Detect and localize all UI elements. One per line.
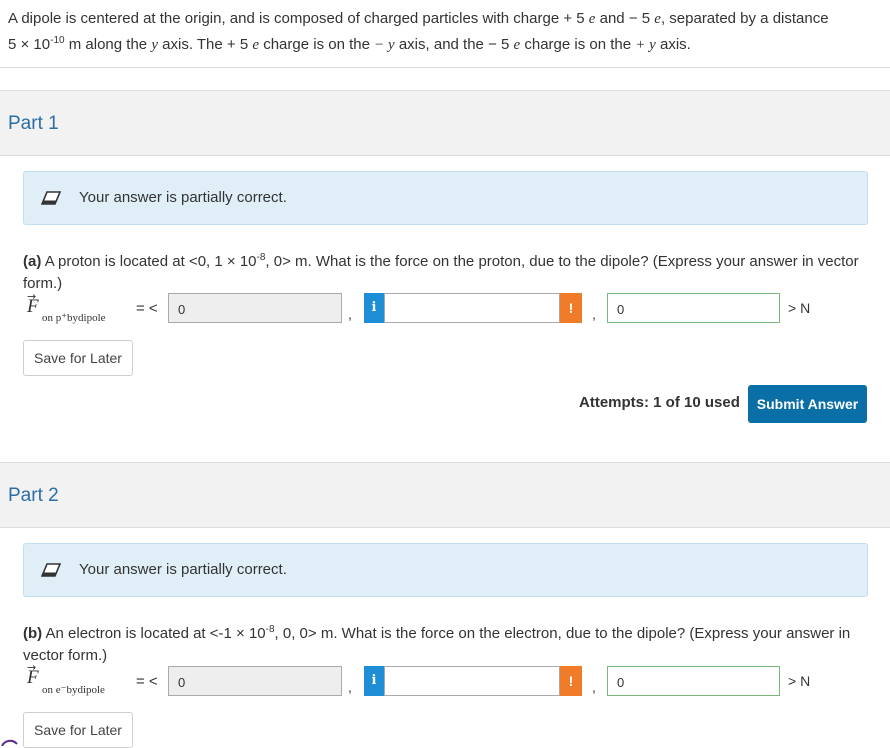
part1-title: Part 1 [8,113,59,134]
part2-header [0,462,890,528]
problem-statement: A dipole is centered at the origin, and … [8,10,829,53]
divider [0,67,890,68]
equals-bracket: = < [136,673,158,690]
force-x-input[interactable]: 0 [168,666,342,696]
equals-bracket: = < [136,300,158,317]
force-subscript: on p⁺bydipole [42,312,106,324]
part2-status-alert: Your answer is partially correct. [23,543,868,597]
comma: , [348,679,352,695]
force-y-input[interactable] [384,293,560,323]
force-symbol: F [27,296,39,317]
force-symbol: F [27,667,39,688]
part1-status-alert: Your answer is partially correct. [23,171,868,225]
save-for-later-button[interactable]: Save for Later [23,712,133,748]
unit-label: > N [788,300,811,316]
part1-header [0,90,890,156]
submit-answer-button[interactable]: Submit Answer [748,385,867,423]
force-z-input[interactable]: 0 [607,666,780,696]
attempts-counter: Attempts: 1 of 10 used [579,394,740,411]
force-y-input[interactable] [384,666,560,696]
force-x-input[interactable]: 0 [168,293,342,323]
comma: , [592,679,596,695]
part2-question: (b) An electron is located at <-1 × 10-8… [23,624,851,664]
pencil-icon [41,191,61,205]
comma: , [592,306,596,322]
info-icon[interactable]: i [364,666,384,696]
alert-text: Your answer is partially correct. [79,189,287,206]
save-for-later-button[interactable]: Save for Later [23,340,133,376]
alert-text: Your answer is partially correct. [79,561,287,578]
cursor-ring-icon [1,739,18,746]
info-icon[interactable]: i [364,293,384,323]
part2-title: Part 2 [8,485,59,506]
comma: , [348,306,352,322]
force-z-input[interactable]: 0 [607,293,780,323]
pencil-icon [41,563,61,577]
warning-icon[interactable]: ! [560,293,582,323]
warning-icon[interactable]: ! [560,666,582,696]
force-subscript: on e⁻bydipole [42,684,105,696]
unit-label: > N [788,673,811,689]
part1-question: (a) A proton is located at <0, 1 × 10-8,… [23,252,859,292]
